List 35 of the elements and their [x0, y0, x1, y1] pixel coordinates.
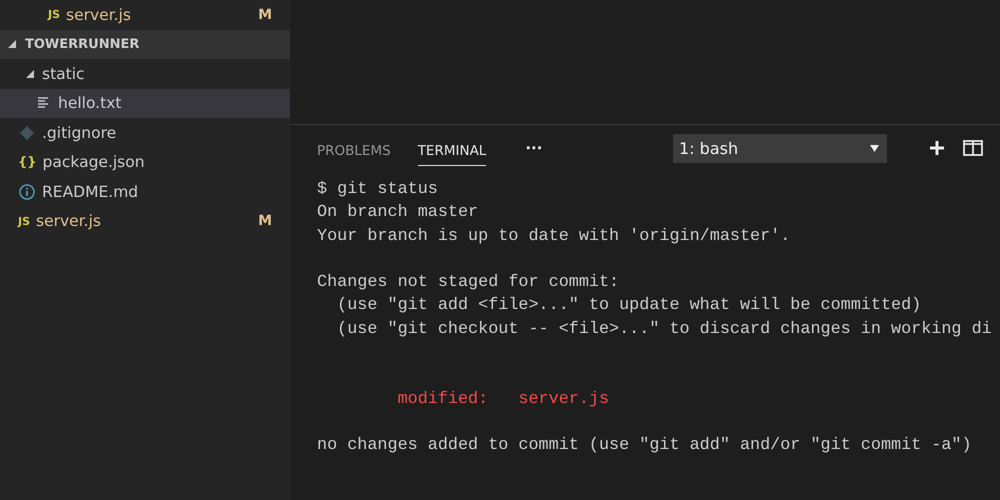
terminal-line: no changes added to commit (use "git add" and/or "git commit -a")	[317, 435, 973, 458]
terminal-line: $ git status	[317, 179, 439, 201]
terminal-line: Changes not staged for commit:	[317, 272, 620, 294]
terminal-dropdown[interactable]: 1: bash	[673, 134, 887, 162]
file-item[interactable]: hello.txt	[0, 88, 290, 118]
file-item[interactable]: JS server.js M	[0, 0, 290, 30]
new-terminal-button[interactable]	[929, 140, 945, 156]
split-terminal-button[interactable]	[963, 140, 983, 156]
split-icon	[963, 140, 983, 156]
info-icon	[19, 184, 35, 200]
file-item[interactable]: {} package.json	[0, 148, 290, 177]
caret-icon	[870, 144, 879, 152]
twistie-icon	[25, 68, 35, 79]
js-file-icon: JS	[18, 214, 30, 228]
diamond-icon	[20, 126, 34, 140]
folder-item[interactable]: static	[0, 59, 290, 88]
file-item[interactable]: README.md	[0, 177, 290, 206]
modified-file-line: modified: server.js	[396, 388, 610, 411]
js-file-icon: JS	[48, 8, 60, 22]
section-header[interactable]: TOWERRUNNER	[0, 30, 290, 59]
terminal-line: Your branch is up to date with 'origin/master'.	[317, 226, 792, 248]
git-status-label: M	[258, 213, 272, 230]
panel-tab[interactable]: PROBLEMS	[317, 130, 391, 166]
git-status-label: M	[258, 6, 272, 23]
more-actions-button[interactable]: ···	[521, 139, 546, 157]
text-file-icon	[37, 97, 49, 110]
file-item[interactable]: JS server.js M	[0, 206, 290, 236]
panel-tab[interactable]: TERMINAL	[418, 130, 486, 166]
plus-icon	[929, 140, 945, 156]
twistie-icon	[7, 39, 17, 50]
terminal-line: On branch master	[317, 202, 480, 224]
file-item[interactable]: .gitignore	[0, 118, 290, 148]
terminal-line: (use "git add <file>..." to update what will be committed)	[336, 295, 922, 318]
braces-icon: {}	[18, 154, 37, 170]
terminal-line: (use "git checkout -- <file>..." to discard changes in working di	[336, 318, 993, 341]
